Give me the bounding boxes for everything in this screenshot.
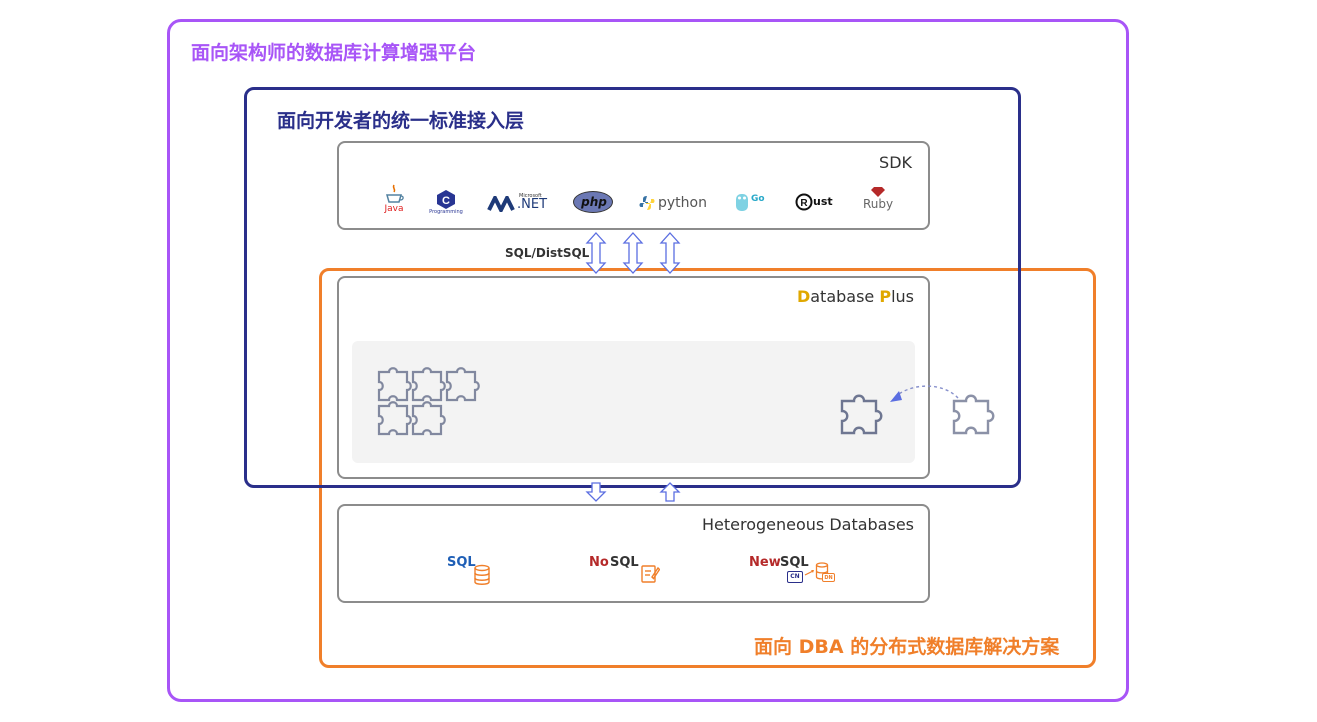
sdk-label: SDK	[879, 153, 912, 172]
external-puzzle-icon	[952, 394, 995, 435]
developer-layer-title: 面向开发者的统一标准接入层	[277, 110, 525, 132]
java-cup-icon	[386, 184, 404, 203]
rust-gear-icon: R	[795, 193, 813, 211]
ruby-text: Ruby	[862, 197, 894, 211]
rust-text: ust	[813, 195, 833, 208]
sdk-dbplus-arrows	[585, 232, 681, 274]
sql-text: SQL	[447, 555, 476, 570]
python-snake-icon	[639, 196, 655, 210]
sql-db-logo: SQL	[447, 555, 497, 587]
cn-node-icon: CN	[787, 571, 803, 583]
heterogeneous-databases-box: Heterogeneous Databases SQL No SQL New S…	[337, 504, 930, 603]
ruby-logo: Ruby	[862, 187, 894, 215]
double-arrow-3	[659, 232, 681, 274]
double-arrow-1	[585, 232, 607, 274]
sql-distsql-label: SQL/DistSQL	[505, 246, 590, 260]
php-logo: php	[573, 191, 613, 213]
go-text: Go	[751, 194, 765, 204]
nosql-sql-text: SQL	[610, 555, 639, 570]
dn-node-icon: DN	[822, 573, 835, 582]
java-text: Java	[384, 204, 404, 214]
database-plus-text: atabase	[810, 287, 880, 306]
python-text: python	[658, 195, 707, 211]
puzzle-piece-icon	[840, 394, 883, 435]
document-edit-icon	[641, 565, 660, 583]
newsql-db-logo: New SQL CN DN	[749, 555, 839, 591]
python-logo: python	[639, 193, 711, 215]
heterogeneous-label: Heterogeneous Databases	[701, 515, 914, 534]
go-gopher-icon	[736, 194, 748, 211]
nosql-db-logo: No SQL	[589, 555, 665, 587]
up-arrow	[659, 482, 681, 502]
go-logo: Go	[735, 191, 771, 213]
down-arrow	[585, 482, 607, 502]
newsql-new-text: New	[749, 555, 781, 570]
newsql-sql-text: SQL	[780, 555, 809, 570]
c-subtext: Programming	[429, 209, 463, 215]
svg-text:R: R	[800, 198, 808, 209]
c-hexagon-icon: C	[437, 190, 455, 209]
database-stack-icon	[474, 564, 490, 585]
architect-platform-title: 面向架构师的数据库计算增强平台	[191, 42, 477, 64]
double-arrow-2	[622, 232, 644, 274]
puzzle-cluster-icon	[377, 367, 480, 436]
php-text: php	[581, 195, 607, 209]
database-plus-label: Database Plus	[796, 287, 914, 306]
dotnet-wave-icon	[487, 196, 515, 212]
rust-logo: R ust	[795, 192, 839, 214]
dotnet-logo: Microsoft .NET	[487, 193, 549, 215]
dba-solution-title: 面向 DBA 的分布式数据库解决方案	[754, 636, 1060, 658]
c-logo: C Programming	[429, 189, 463, 217]
sdk-box: SDK Java C Programming Microsoft .NET ph…	[337, 141, 930, 230]
dotnet-text: .NET	[517, 197, 548, 212]
dbplus-storage-arrows	[585, 482, 681, 502]
java-logo: Java	[383, 183, 405, 217]
nosql-no-text: No	[589, 555, 609, 570]
svg-text:C: C	[442, 195, 450, 207]
ruby-gem-icon	[871, 187, 885, 197]
